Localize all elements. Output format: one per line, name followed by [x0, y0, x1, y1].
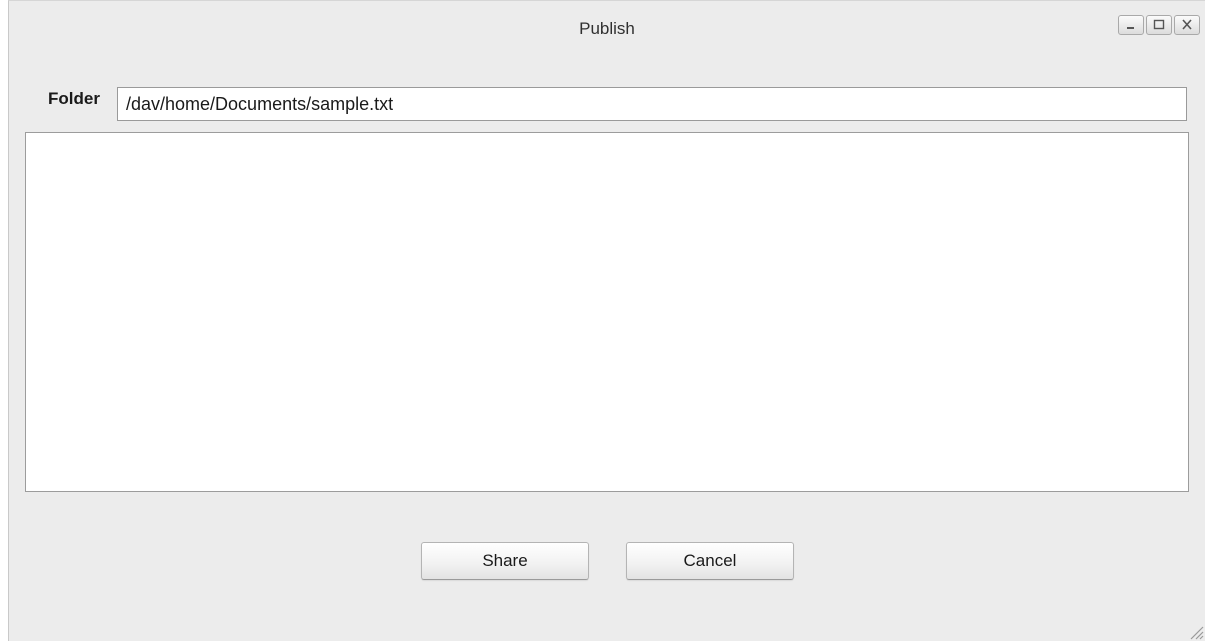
share-button[interactable]: Share: [421, 542, 589, 580]
close-icon: [1182, 19, 1192, 30]
content-area[interactable]: [25, 132, 1189, 492]
maximize-icon: [1153, 19, 1165, 30]
resize-grip-icon[interactable]: [1186, 622, 1204, 640]
window-controls: [1116, 15, 1200, 35]
publish-dialog: Publish Folder Share Cancel: [8, 0, 1205, 641]
folder-path-input[interactable]: [117, 87, 1187, 121]
folder-label: Folder: [48, 89, 100, 108]
close-button[interactable]: [1174, 15, 1200, 35]
maximize-button[interactable]: [1146, 15, 1172, 35]
minimize-button[interactable]: [1118, 15, 1144, 35]
title-bar[interactable]: Publish: [9, 1, 1205, 53]
window-title: Publish: [579, 19, 635, 38]
minimize-icon: [1127, 27, 1134, 29]
cancel-button[interactable]: Cancel: [626, 542, 794, 580]
